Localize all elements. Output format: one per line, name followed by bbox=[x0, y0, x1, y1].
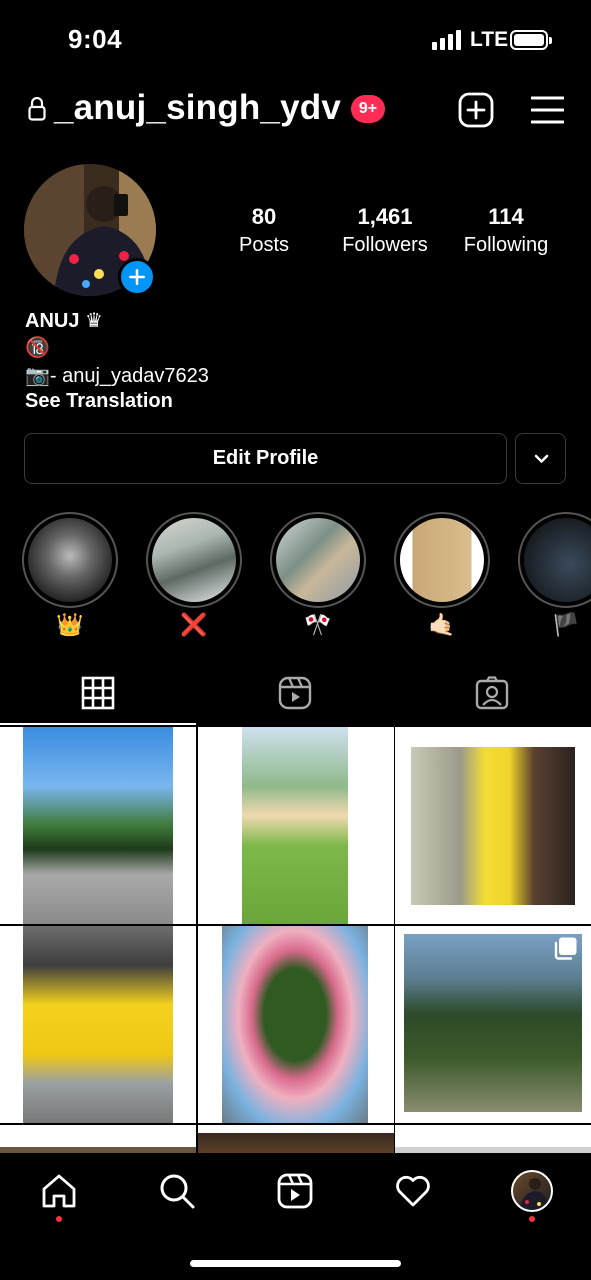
post-thumbnail[interactable] bbox=[198, 1125, 394, 1153]
stat-following-label: Following bbox=[463, 234, 549, 256]
post-image bbox=[198, 1133, 394, 1153]
network-label: LTE bbox=[470, 28, 509, 51]
search-icon[interactable] bbox=[158, 1172, 196, 1210]
highlight-2[interactable] bbox=[146, 512, 242, 608]
multiple-posts-icon bbox=[554, 937, 577, 960]
stat-followers-count: 1,461 bbox=[357, 204, 413, 229]
profile-username[interactable]: _anuj_singh_ydv bbox=[54, 88, 341, 128]
stat-followers[interactable]: 1,461 Followers bbox=[332, 203, 438, 259]
highlight-cover-5 bbox=[524, 518, 591, 602]
highlight-label-3: 🎌 bbox=[304, 612, 332, 637]
bio-line-2: 📷- anuj_yadav7623 bbox=[25, 365, 209, 387]
home-indicator[interactable] bbox=[190, 1260, 401, 1267]
home-active-dot bbox=[56, 1216, 62, 1222]
highlight-label-2: ❌ bbox=[180, 612, 208, 637]
stat-following-count: 114 bbox=[488, 204, 524, 229]
tagged-icon[interactable] bbox=[475, 676, 509, 710]
highlight-5[interactable] bbox=[518, 512, 591, 608]
suggestions-dropdown-button[interactable] bbox=[515, 433, 566, 484]
home-icon[interactable] bbox=[40, 1172, 78, 1210]
stat-posts-label: Posts bbox=[238, 234, 290, 256]
see-translation-link[interactable]: See Translation bbox=[25, 390, 173, 413]
post-thumbnail[interactable] bbox=[395, 926, 591, 1123]
battery-icon bbox=[510, 30, 552, 50]
heart-icon[interactable] bbox=[394, 1172, 432, 1210]
highlight-cover-2 bbox=[152, 518, 236, 602]
highlight-1[interactable] bbox=[22, 512, 118, 608]
highlight-4[interactable] bbox=[394, 512, 490, 608]
active-tab-indicator bbox=[0, 723, 196, 725]
post-thumbnail[interactable] bbox=[395, 727, 591, 924]
bio-line-1: 🔞 bbox=[25, 337, 50, 359]
add-post-icon[interactable] bbox=[458, 92, 494, 128]
post-image bbox=[23, 727, 173, 924]
highlight-label-4: 🤙🏻 bbox=[428, 612, 456, 637]
profile-avatar-nav[interactable] bbox=[511, 1170, 553, 1212]
grid-icon[interactable] bbox=[81, 676, 115, 710]
highlight-cover-3 bbox=[276, 518, 360, 602]
post-thumbnail[interactable] bbox=[0, 727, 196, 924]
highlight-cover-4 bbox=[400, 518, 484, 602]
stat-posts[interactable]: 80 Posts bbox=[224, 203, 304, 259]
highlight-cover-1 bbox=[28, 518, 112, 602]
post-thumbnail[interactable] bbox=[0, 926, 196, 1123]
signal-icon bbox=[432, 30, 462, 50]
highlight-3[interactable] bbox=[270, 512, 366, 608]
stat-following[interactable]: 114 Following bbox=[454, 203, 558, 259]
stat-posts-count: 80 bbox=[251, 204, 277, 229]
add-story-plus-icon[interactable] bbox=[118, 258, 156, 296]
profile-name: ANUJ ♛ bbox=[25, 310, 103, 332]
menu-icon[interactable] bbox=[531, 95, 564, 125]
chevron-down-icon bbox=[534, 454, 549, 463]
highlight-label-1: 👑 bbox=[56, 612, 84, 637]
post-thumbnail[interactable] bbox=[198, 926, 394, 1123]
post-thumbnail[interactable] bbox=[395, 1125, 591, 1153]
highlight-label-5: 🏴 bbox=[552, 612, 580, 637]
reels-icon[interactable] bbox=[276, 1172, 314, 1210]
stat-followers-label: Followers bbox=[342, 234, 428, 256]
post-image bbox=[23, 926, 173, 1123]
post-thumbnail[interactable] bbox=[0, 1125, 196, 1153]
post-image bbox=[242, 727, 348, 924]
status-time: 9:04 bbox=[68, 24, 123, 54]
notification-badge[interactable]: 9+ bbox=[351, 95, 385, 123]
edit-profile-button[interactable]: Edit Profile bbox=[24, 433, 507, 484]
avatar-thumbnail bbox=[519, 1178, 549, 1210]
reels-tab-icon[interactable] bbox=[278, 676, 312, 710]
post-image bbox=[411, 747, 575, 905]
profile-active-dot bbox=[529, 1216, 535, 1222]
lock-icon bbox=[28, 97, 46, 121]
post-thumbnail[interactable] bbox=[198, 727, 394, 924]
post-image bbox=[222, 926, 368, 1123]
